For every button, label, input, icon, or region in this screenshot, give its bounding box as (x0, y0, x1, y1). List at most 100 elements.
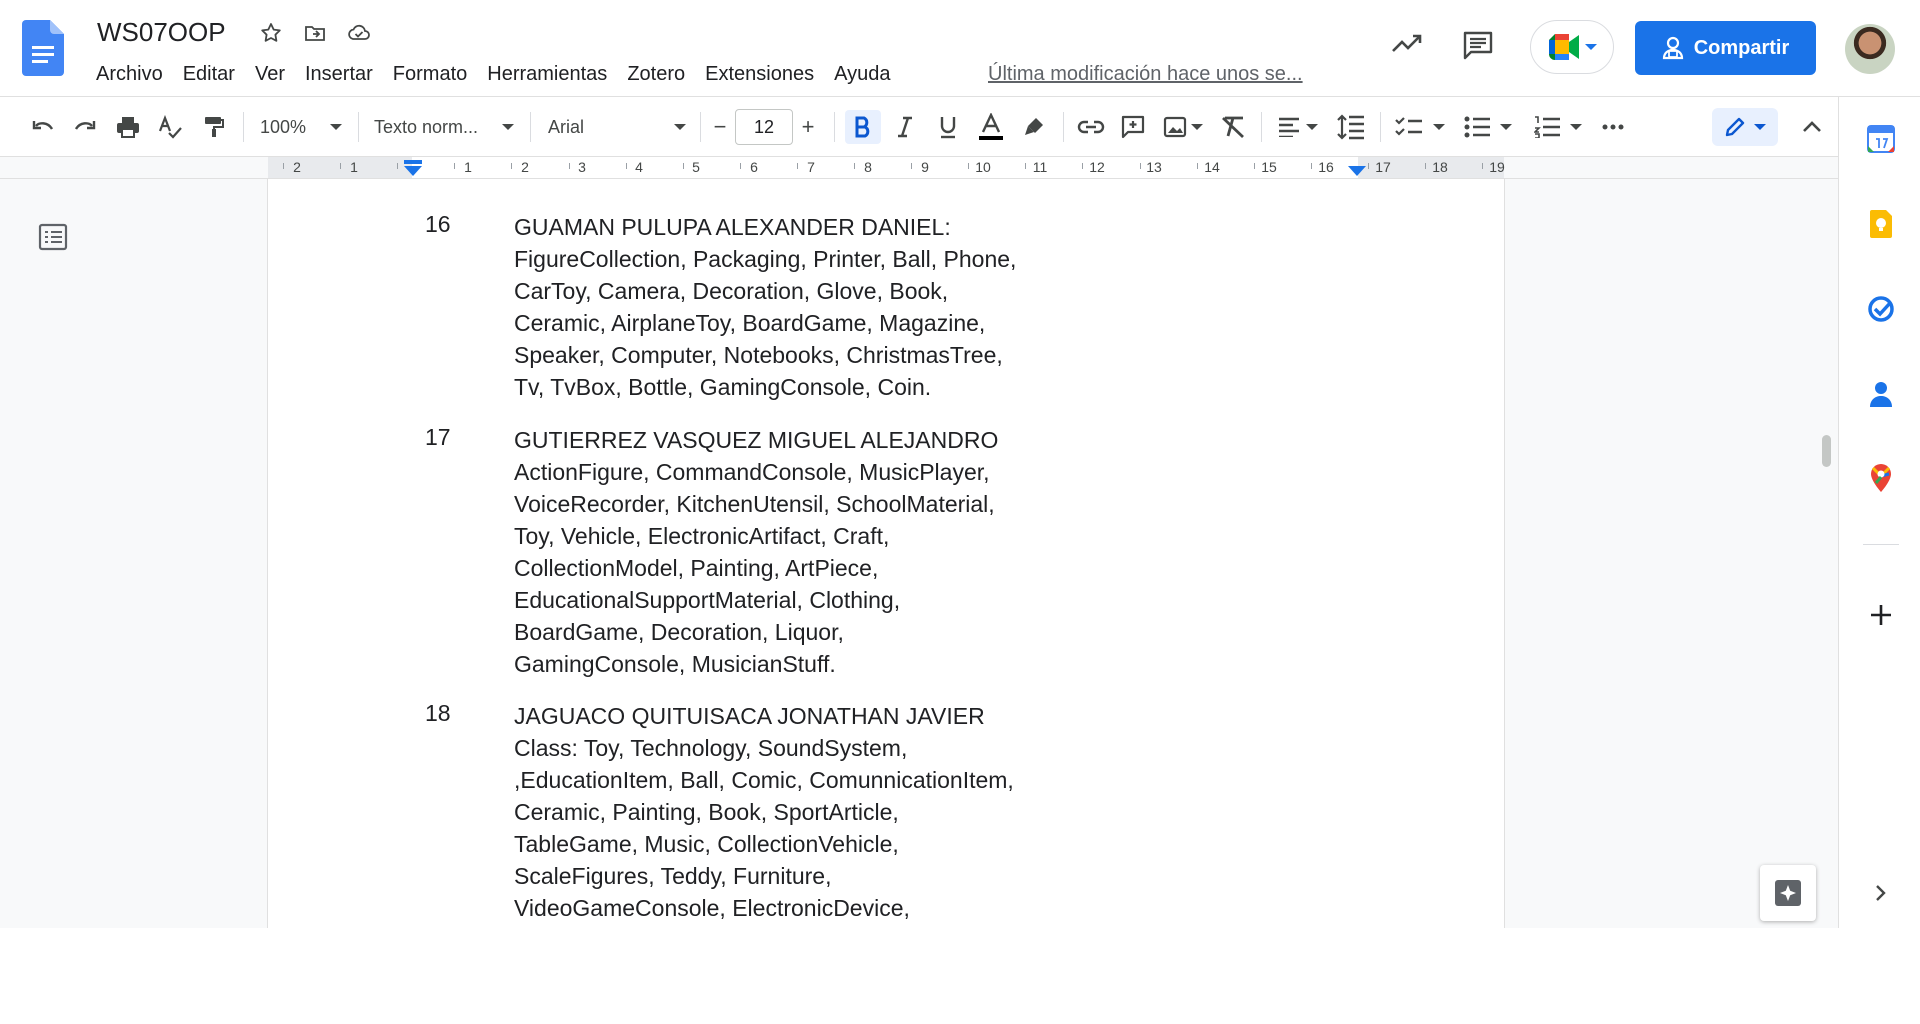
menu-editar[interactable]: Editar (173, 60, 245, 88)
menu-ver[interactable]: Ver (245, 60, 295, 88)
account-avatar[interactable] (1845, 24, 1895, 74)
calendar-icon[interactable] (1866, 124, 1896, 154)
tasks-icon[interactable] (1866, 294, 1896, 324)
item-body[interactable]: GUTIERREZ VASQUEZ MIGUEL ALEJANDRO Actio… (514, 424, 1074, 680)
doc-title[interactable]: WS07OOP (97, 17, 226, 48)
menu-formato[interactable]: Formato (383, 60, 477, 88)
toolbar-divider (358, 112, 359, 142)
toolbar-divider (243, 112, 244, 142)
redo-icon[interactable] (70, 110, 100, 144)
star-icon[interactable] (256, 18, 286, 48)
bulleted-list-button[interactable] (1460, 110, 1516, 144)
checklist-button[interactable] (1392, 110, 1448, 144)
menu-bar: Archivo Editar Ver Insertar Formato Herr… (96, 60, 900, 88)
add-addon-icon[interactable] (1866, 600, 1896, 630)
menu-zotero[interactable]: Zotero (617, 60, 695, 88)
contacts-icon[interactable] (1866, 379, 1896, 409)
align-button[interactable] (1274, 110, 1322, 144)
paragraph-style-select[interactable]: Texto norm... (374, 110, 514, 144)
item-body[interactable]: GUAMAN PULUPA ALEXANDER DANIEL: FigureCo… (514, 211, 1074, 403)
undo-icon[interactable] (28, 110, 58, 144)
move-folder-icon[interactable] (300, 18, 330, 48)
menu-herramientas[interactable]: Herramientas (477, 60, 617, 88)
menu-archivo[interactable]: Archivo (96, 60, 173, 88)
comment-history-icon[interactable] (1462, 30, 1494, 65)
meet-button[interactable] (1530, 20, 1614, 74)
ruler-label: 16 (1318, 159, 1334, 175)
text-line: Ceramic, AirplaneToy, BoardGame, Magazin… (514, 310, 986, 336)
align-left-icon (1279, 117, 1299, 137)
text-line: VideoGameConsole, ElectronicDevice, (514, 895, 910, 921)
maps-icon[interactable] (1866, 463, 1896, 493)
meet-icon (1549, 34, 1579, 60)
chevron-down-icon (674, 124, 686, 130)
clear-formatting-icon[interactable] (1216, 110, 1250, 144)
text-line: Speaker, Computer, Notebooks, ChristmasT… (514, 342, 1003, 368)
item-number: 18 (425, 700, 451, 726)
keep-icon[interactable] (1866, 209, 1896, 239)
line-spacing-icon[interactable] (1334, 110, 1368, 144)
menu-ayuda[interactable]: Ayuda (824, 60, 900, 88)
insert-image-button[interactable] (1158, 110, 1208, 144)
toolbar-divider (834, 112, 835, 142)
last-modified-link[interactable]: Última modificación hace unos se... (988, 60, 1303, 88)
document-outline-icon[interactable] (38, 222, 68, 257)
item-number: 17 (425, 424, 451, 450)
docs-logo-icon[interactable] (22, 20, 64, 76)
ruler-tick (1482, 163, 1483, 169)
insert-link-icon[interactable] (1074, 110, 1108, 144)
numbered-list-button[interactable] (1530, 110, 1586, 144)
toolbar-divider (530, 112, 531, 142)
cloud-status-icon[interactable] (344, 18, 374, 48)
item-body[interactable]: JAGUACO QUITUISACA JONATHAN JAVIER Class… (514, 700, 1074, 924)
image-icon (1163, 116, 1187, 138)
ruler-tick (797, 163, 798, 169)
more-options-icon[interactable] (1596, 110, 1630, 144)
ruler-tick (454, 163, 455, 169)
hide-menus-icon[interactable] (1798, 110, 1826, 144)
italic-icon[interactable] (888, 110, 922, 144)
zoom-value: 100% (260, 116, 307, 137)
chevron-down-icon (1500, 124, 1512, 130)
chevron-right-icon[interactable] (1866, 878, 1896, 908)
text-line: Class: Toy, Technology, SoundSystem, (514, 735, 908, 761)
share-person-icon (1662, 36, 1683, 60)
zoom-select[interactable]: 100% (260, 110, 342, 144)
underline-icon[interactable] (931, 110, 965, 144)
ruler-tick (683, 163, 684, 169)
explore-button[interactable] (1760, 865, 1816, 921)
text-line: CarToy, Camera, Decoration, Glove, Book, (514, 278, 949, 304)
ruler-label: 10 (975, 159, 991, 175)
text-line: Tv, TvBox, Bottle, GamingConsole, Coin. (514, 374, 932, 400)
editing-mode-button[interactable] (1712, 108, 1778, 146)
font-size-input[interactable]: 12 (735, 109, 793, 145)
increase-font-size-button[interactable]: + (796, 110, 820, 144)
left-indent-marker-icon[interactable] (402, 160, 424, 178)
menu-insertar[interactable]: Insertar (295, 60, 383, 88)
highlight-color-icon[interactable] (1017, 110, 1051, 144)
ruler-label: 17 (1375, 159, 1391, 175)
chevron-down-icon (1433, 124, 1445, 130)
font-family-select[interactable]: Arial (548, 110, 686, 144)
ruler-label: 5 (692, 159, 700, 175)
share-button[interactable]: Compartir (1635, 21, 1816, 75)
spellcheck-icon[interactable] (155, 110, 185, 144)
paint-format-icon[interactable] (198, 110, 228, 144)
text-color-icon[interactable] (973, 110, 1009, 144)
activity-trend-icon[interactable] (1390, 32, 1424, 61)
bold-button[interactable] (845, 110, 881, 144)
vertical-scrollbar[interactable] (1822, 435, 1831, 467)
add-comment-icon[interactable] (1116, 110, 1150, 144)
print-icon[interactable] (113, 110, 143, 144)
decrease-font-size-button[interactable]: − (708, 110, 732, 144)
right-indent-marker-icon[interactable] (1346, 164, 1368, 178)
chevron-down-icon (330, 124, 342, 130)
text-line: TableGame, Music, CollectionVehicle, (514, 831, 899, 857)
item-number: 16 (425, 211, 451, 237)
text-line: JAGUACO QUITUISACA JONATHAN JAVIER (514, 703, 985, 729)
ruler-label: 19 (1489, 159, 1505, 175)
menu-extensiones[interactable]: Extensiones (695, 60, 824, 88)
ruler-label: 1 (464, 159, 472, 175)
text-line: ,EducationItem, Ball, Comic, Comunnicati… (514, 767, 1014, 793)
text-line: GUTIERREZ VASQUEZ MIGUEL ALEJANDRO (514, 427, 999, 453)
